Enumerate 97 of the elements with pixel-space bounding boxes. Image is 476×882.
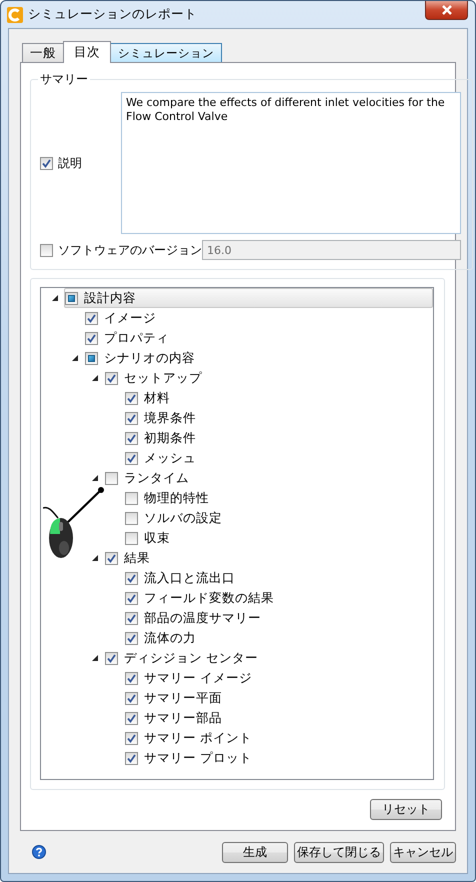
tree-item[interactable]: 物理的特性 [124,488,433,508]
tree-item[interactable]: サマリー ポイント [124,728,433,748]
collapse-arrow-icon[interactable] [52,295,58,301]
checkbox[interactable] [85,352,98,364]
app-logo-icon [7,6,23,22]
cancel-button[interactable]: キャンセル [390,842,456,862]
checkbox[interactable] [125,692,138,704]
tree-item-label: ソルバの設定 [144,510,222,526]
checkbox[interactable] [125,712,138,724]
tree-item-label: ランタイム [124,470,189,486]
checkbox[interactable] [125,592,138,604]
tree-item-label: 初期条件 [144,430,196,446]
checkbox[interactable] [105,372,118,384]
tree-item[interactable]: 流体の力 [124,628,433,648]
checkbox[interactable] [125,492,138,504]
save-close-button[interactable]: 保存して閉じる [294,842,384,862]
checkbox[interactable] [40,156,53,170]
collapse-arrow-icon[interactable] [92,555,98,561]
tree-item-label: 材料 [144,390,170,406]
tree-item[interactable]: サマリー平面 [124,688,433,708]
checkbox[interactable] [85,312,98,324]
tree-item[interactable]: 結果 [104,548,433,568]
checkbox[interactable] [125,572,138,584]
checkbox[interactable] [125,732,138,744]
tree-item-label: メッシュ [144,450,196,466]
tree-item[interactable]: 材料 [124,388,433,408]
group-title: サマリー [39,71,89,88]
tree-item-label: サマリー ポイント [144,730,252,746]
tree-item-label: フィールド変数の結果 [144,590,274,606]
checkbox[interactable] [125,452,138,464]
checkbox[interactable] [125,632,138,644]
checkbox[interactable] [125,392,138,404]
tree-item[interactable]: 流入口と流出口 [124,568,433,588]
tree-item[interactable]: 境界条件 [124,408,433,428]
checkbox[interactable] [125,752,138,764]
tree-item-label: 収束 [144,530,170,546]
tree-item-label: サマリー プロット [144,750,252,766]
tree-item[interactable]: 初期条件 [124,428,433,448]
reset-button[interactable]: リセット [370,799,442,820]
tree-item[interactable]: 部品の温度サマリー [124,608,433,628]
tree-item-label: 設計内容 [84,290,136,306]
tree-item[interactable]: サマリー イメージ [124,668,433,688]
checkbox-label: ソフトウェアのバージョン [58,242,202,258]
tree-item[interactable]: ディシジョン センター [104,648,433,668]
tree-item[interactable]: 収束 [124,528,433,548]
tree-item-label: 境界条件 [144,410,196,426]
tree-item-label: サマリー イメージ [144,670,252,686]
tree-item[interactable]: イメージ [84,308,433,328]
checkbox[interactable] [125,532,138,544]
tab[interactable]: シミュレーション [110,43,222,62]
checkbox[interactable] [125,672,138,684]
tree-item[interactable]: サマリー プロット [124,748,433,768]
collapse-arrow-icon[interactable] [92,475,98,481]
description-field[interactable]: We compare the effects of different inlet velocities for the Flow Control Valve [121,92,461,234]
window-title: シミュレーションのレポート [28,6,197,23]
close-icon [440,5,452,15]
checkbox-label: 説明 [58,154,82,172]
tab[interactable]: 目次 [63,41,111,63]
checkbox[interactable] [105,472,118,484]
tree-item-label: 部品の温度サマリー [144,610,261,626]
checkbox[interactable] [65,292,78,304]
tree-item-label: ディシジョン センター [124,650,258,666]
tree-item[interactable]: シナリオの内容 [84,348,433,368]
tree-item[interactable]: セットアップ [104,368,433,388]
collapse-arrow-icon[interactable] [72,355,78,361]
tree-item[interactable]: 設計内容 [64,288,433,308]
checkbox[interactable] [125,412,138,424]
tree-item[interactable]: サマリー部品 [124,708,433,728]
mouse-icon [43,506,73,558]
collapse-arrow-icon[interactable] [92,375,98,381]
tree-item-label: プロパティ [104,330,169,346]
generate-button[interactable]: 生成 [222,842,288,862]
checkbox[interactable] [105,552,118,564]
tree-item[interactable]: ランタイム [104,468,433,488]
tree-item-label: セットアップ [124,370,202,386]
tree-item[interactable]: ソルバの設定 [124,508,433,528]
checkbox[interactable] [125,612,138,624]
help-icon[interactable] [32,845,46,859]
checkbox[interactable] [105,652,118,664]
tree-item[interactable]: プロパティ [84,328,433,348]
tree-item-label: 流体の力 [144,630,196,646]
checkbox[interactable] [125,432,138,444]
tree-item-label: サマリー部品 [144,710,222,726]
checkbox[interactable] [85,332,98,344]
tree-item-label: 流入口と流出口 [144,570,235,586]
checkbox[interactable] [125,512,138,524]
tree-item-label: 結果 [124,550,150,566]
tree-item[interactable]: メッシュ [124,448,433,468]
tree-item-label: サマリー平面 [144,690,222,706]
tree-item-label: シナリオの内容 [104,350,195,366]
leader-line [67,487,104,523]
close-button[interactable] [425,1,468,20]
tree-item[interactable]: フィールド変数の結果 [124,588,433,608]
tree-item-label: 物理的特性 [144,490,209,506]
tree-item-label: イメージ [104,310,156,326]
collapse-arrow-icon[interactable] [92,655,98,661]
tab[interactable]: 一般 [22,43,64,62]
